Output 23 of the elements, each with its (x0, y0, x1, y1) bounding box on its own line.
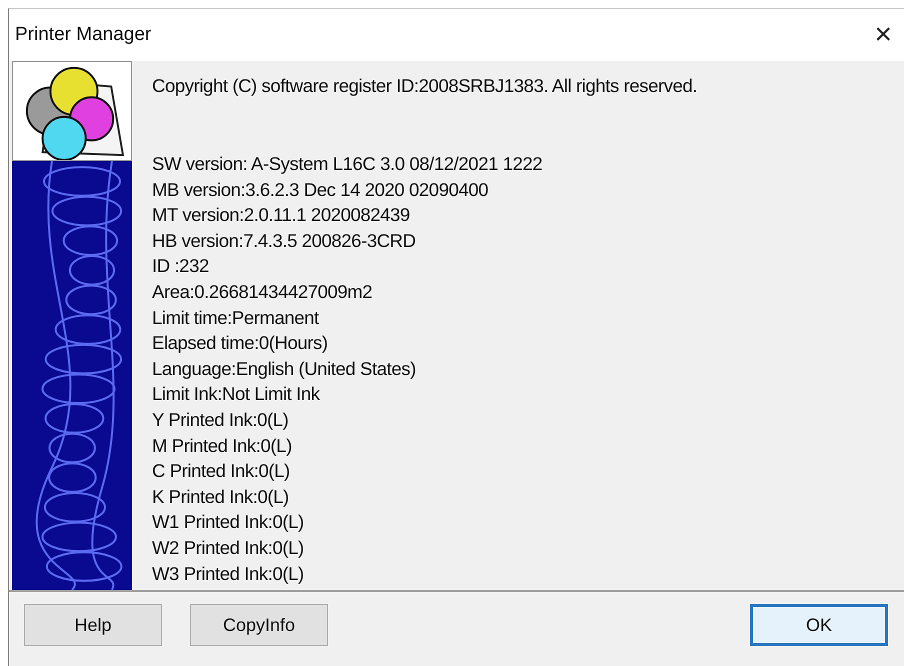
info-line: Area:0.26681434427009m2 (152, 280, 374, 304)
info-line: W3 Printed Ink:0(L) (152, 562, 305, 586)
copyright-text: Copyright (C) software register ID:2008SRBJ1383. All rights reserved. (152, 75, 698, 97)
info-line: Elapsed time:0(Hours) (152, 331, 329, 356)
info-line: Y Printed Ink:0(L) (152, 408, 290, 432)
info-line: Limit Ink:Not Limit Ink (152, 382, 321, 406)
dialog-button[interactable]: OK (750, 604, 888, 646)
info-line: C Printed Ink:0(L) (152, 459, 291, 484)
close-button[interactable]: × (872, 20, 894, 50)
window-title: Printer Manager (15, 22, 152, 47)
info-line: W2 Printed Ink:0(L) (152, 536, 305, 560)
info-line: MT version:2.0.11.1 2020082439 (152, 203, 411, 228)
dialog-button[interactable]: Help (24, 604, 162, 646)
info-line: SW version: A-System L16C 3.0 08/12/2021 1222 (152, 152, 544, 176)
info-line: HB version:7.4.3.5 200826-3CRD (152, 228, 417, 253)
info-line: Limit time:Permanent (152, 306, 320, 330)
info-line: Language:English (United States) (152, 356, 417, 381)
info-line: M Printed Ink:0(L) (152, 434, 293, 458)
info-line: K Printed Ink:0(L) (152, 484, 290, 509)
info-line: MB version:3.6.2.3 Dec 14 2020 02090400 (152, 178, 490, 202)
dialog-button[interactable]: CopyInfo (190, 604, 328, 646)
info-line: W1 Printed Ink:0(L) (152, 510, 305, 534)
info-line: ID :232 (152, 254, 210, 278)
